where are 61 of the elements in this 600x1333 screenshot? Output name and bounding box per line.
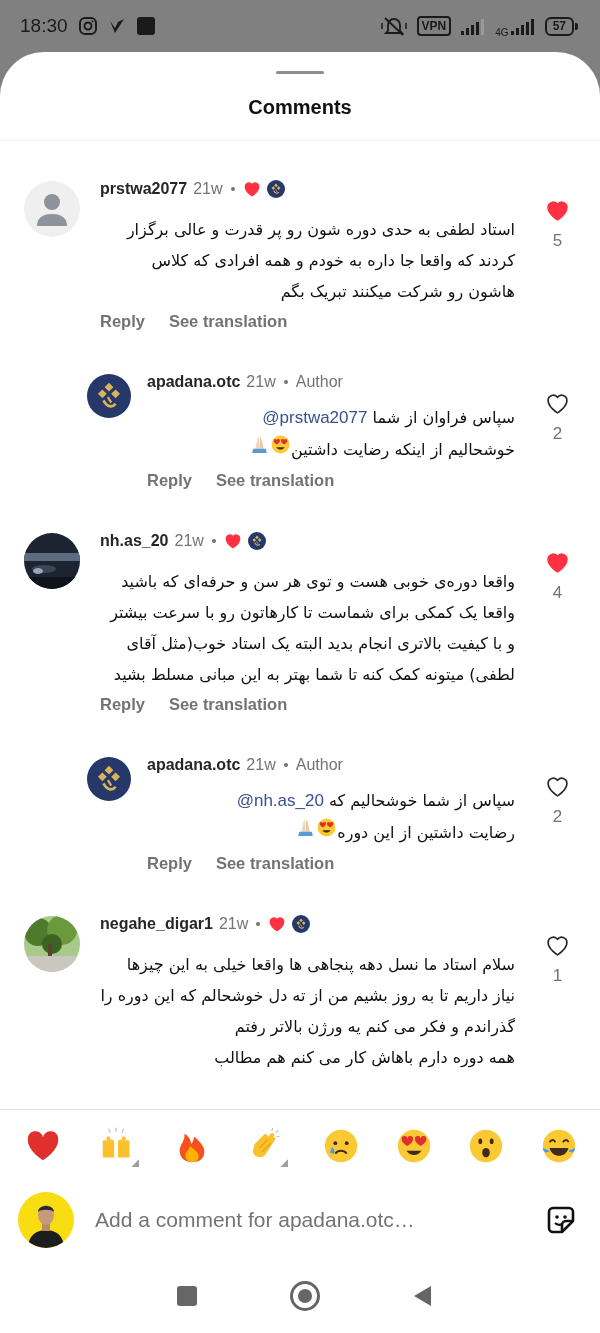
- heart-eyes-face-icon: [270, 434, 292, 455]
- camera-app-icon: [77, 16, 98, 36]
- comment-text: واقعا دوره‌ی خوبی هست و توی هر سن و حرفه‌ای که باشید واقعا یک کمکی برای شماست تا کارهاتون رو با سرعت بیشتر و با کیفیت بالاتری انجام بدید البته یک استاد خوب(مثل آقای لطفی) میتونه کمک کنه تا شما بهتر به این مبانی مسلط بشید: [108, 571, 515, 687]
- sheet-title: Comments: [0, 74, 600, 141]
- heart-eyes-face-icon: [316, 817, 338, 838]
- signal-icon: [461, 17, 486, 35]
- timestamp: 21w: [174, 532, 204, 550]
- clock: 18:30: [20, 15, 68, 37]
- battery-indicator: 57: [544, 16, 578, 36]
- separator-dot: [283, 763, 288, 767]
- brand-logo-icon: [87, 374, 131, 418]
- timestamp: 21w: [246, 756, 276, 774]
- reply-button[interactable]: Reply: [147, 851, 192, 875]
- default-avatar-icon: [24, 181, 80, 237]
- see-translation-button[interactable]: See translation: [168, 309, 288, 333]
- username[interactable]: prstwa2077: [100, 180, 188, 198]
- comment-input[interactable]: Add a comment for apadana.otc…: [95, 1204, 523, 1236]
- like-count: 5: [552, 231, 563, 251]
- brand-logo-icon: [87, 757, 131, 801]
- timestamp: 21w: [246, 373, 276, 391]
- reply-button[interactable]: Reply: [147, 468, 192, 492]
- like-icon[interactable]: [545, 774, 570, 799]
- reply-button[interactable]: Reply: [100, 309, 145, 333]
- see-translation-button[interactable]: See translation: [215, 851, 335, 875]
- comment-text: استاد لطفی به حدی دوره شون رو پر قدرت و عالی برگزار کردند که واقعا جا داره به خودم و همه افرادی که کلاس هاشون رو شرکت میکنند تبریک بگم: [125, 219, 515, 304]
- logo-badge-icon: [266, 180, 285, 198]
- muted-bell-icon: [380, 15, 407, 37]
- app-square-icon: [135, 16, 156, 36]
- network-type: 4G: [495, 26, 509, 38]
- username[interactable]: negahe_digar1: [100, 915, 213, 933]
- like-count: 2: [552, 807, 563, 827]
- drag-handle[interactable]: [276, 71, 324, 74]
- username[interactable]: nh.as_20: [100, 532, 169, 550]
- like-icon[interactable]: [545, 933, 570, 958]
- like-count: 4: [552, 583, 563, 603]
- author-label: Author: [295, 373, 343, 391]
- logo-badge-icon: [292, 915, 311, 933]
- like-icon[interactable]: [545, 391, 570, 416]
- author-label: Author: [295, 756, 343, 774]
- like-count: 2: [552, 424, 563, 444]
- comment-text: همه دوره دارم باهاش کار می کنم هم مطالب: [213, 1047, 515, 1070]
- recent-apps-icon[interactable]: [175, 1283, 199, 1308]
- mention-link[interactable]: @nh.as_20: [236, 791, 324, 810]
- reply-button[interactable]: Reply: [100, 692, 145, 716]
- timestamp: 21w: [193, 180, 223, 198]
- username[interactable]: apadana.otc: [147, 756, 241, 774]
- home-icon[interactable]: [289, 1279, 321, 1312]
- vpn-indicator: VPN: [416, 16, 452, 36]
- separator-dot: [256, 922, 261, 926]
- separator-dot: [230, 187, 235, 191]
- see-translation-button[interactable]: See translation: [168, 692, 288, 716]
- signal-icon: [510, 17, 535, 35]
- timestamp: 21w: [218, 915, 249, 933]
- logo-badge-icon: [247, 532, 266, 550]
- like-count: 1: [552, 966, 563, 986]
- mention-link[interactable]: @prstwa2077: [262, 408, 368, 427]
- username[interactable]: apadana.otc: [147, 373, 241, 391]
- separator-dot: [211, 539, 216, 543]
- see-translation-button[interactable]: See translation: [215, 468, 335, 492]
- separator-dot: [283, 380, 288, 384]
- comment-text: سلام استاد ما نسل دهه پنجاهی ها واقعا خیلی به این چیزها نیاز داریم تا به روز بشیم من از ته دل خوشحالم که این دوره را گذراندم و فکر می کنم یه ورژن بالاتر رفتم: [100, 954, 515, 1039]
